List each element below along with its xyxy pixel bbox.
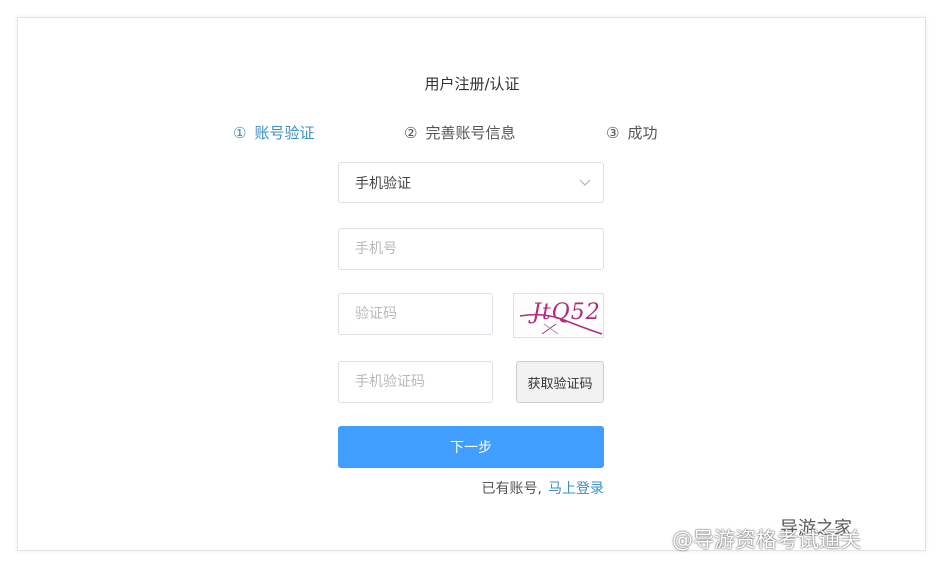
- sms-code-input[interactable]: [338, 361, 493, 403]
- step-number: ①: [233, 124, 247, 142]
- get-code-button[interactable]: 获取验证码: [516, 361, 604, 403]
- has-account-text: 已有账号,: [481, 481, 542, 497]
- step-label: 完善账号信息: [425, 124, 516, 142]
- captcha-noise: [519, 313, 603, 335]
- login-prompt: 已有账号, 马上登录: [482, 478, 604, 498]
- step-label: 账号验证: [254, 124, 315, 142]
- step-complete-info: ② 完善账号信息: [404, 122, 515, 143]
- step-label: 成功: [627, 124, 658, 142]
- captcha-input[interactable]: [338, 293, 493, 335]
- step-success: ③ 成功: [606, 122, 657, 143]
- verify-method-select[interactable]: 手机验证: [338, 162, 604, 203]
- page-title: 用户注册/认证: [424, 75, 520, 93]
- login-link[interactable]: 马上登录: [548, 481, 604, 497]
- next-step-button[interactable]: 下一步: [338, 426, 604, 468]
- step-number: ③: [606, 124, 620, 142]
- captcha-image[interactable]: JtQ52: [513, 293, 604, 338]
- verify-method-value: 手机验证: [355, 175, 411, 192]
- watermark-bottom: @导游资格考试通关: [672, 528, 861, 552]
- step-number: ②: [404, 124, 418, 142]
- step-account-verify: ① 账号验证: [233, 122, 314, 143]
- registration-card: [17, 17, 926, 551]
- phone-input[interactable]: [338, 228, 604, 270]
- chevron-down-icon: [579, 179, 591, 186]
